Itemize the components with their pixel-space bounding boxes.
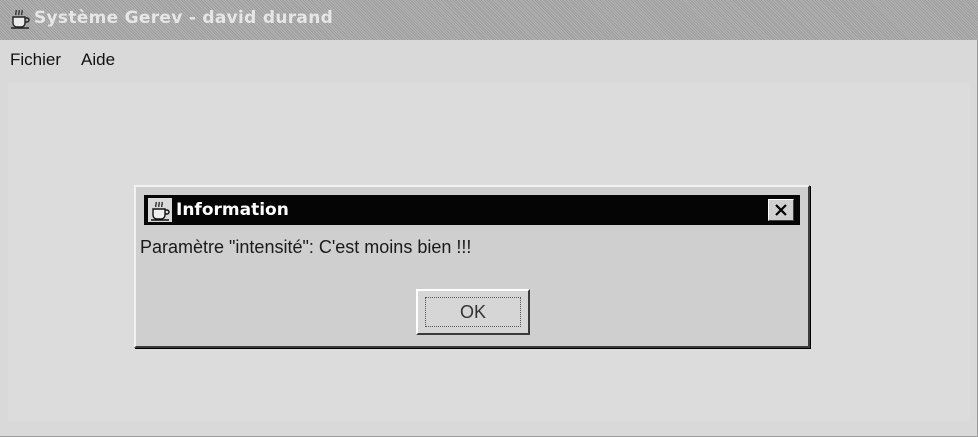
ok-button[interactable]: OK <box>416 289 530 335</box>
dialog-message: Paramètre "intensité": C'est moins bien … <box>140 237 472 257</box>
menubar: Fichier Aide <box>0 40 978 82</box>
information-dialog: Information Paramètre "intensité": C'est… <box>134 185 810 348</box>
menu-aide[interactable]: Aide <box>81 50 115 70</box>
main-window: Système Gerev - david durand Fichier Aid… <box>0 0 978 437</box>
window-title: Système Gerev - david durand <box>34 8 334 28</box>
close-icon <box>775 204 787 216</box>
dialog-titlebar[interactable]: Information <box>144 195 800 225</box>
menu-fichier[interactable]: Fichier <box>10 50 61 70</box>
ok-button-label: OK <box>425 297 521 327</box>
java-cup-icon <box>148 198 172 222</box>
window-titlebar[interactable]: Système Gerev - david durand <box>0 0 978 40</box>
close-button[interactable] <box>768 199 794 221</box>
dialog-title: Information <box>176 200 289 220</box>
java-cup-icon[interactable] <box>8 6 32 30</box>
